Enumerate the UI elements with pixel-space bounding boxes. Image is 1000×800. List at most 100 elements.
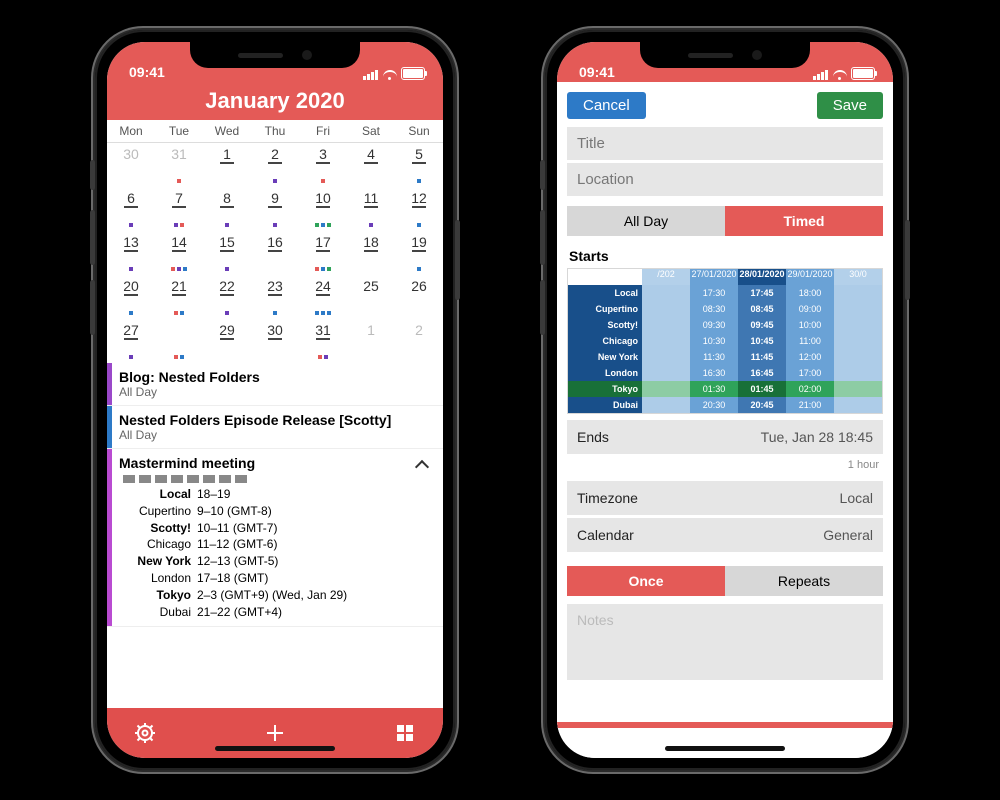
day-cell[interactable]: 16 <box>251 231 299 275</box>
picker-cell[interactable] <box>834 397 882 413</box>
picker-cell[interactable]: 08:45 <box>738 301 786 317</box>
day-cell[interactable]: 28 <box>155 319 203 363</box>
day-cell[interactable]: 6 <box>107 187 155 231</box>
day-cell[interactable]: 23 <box>251 275 299 319</box>
picker-cell[interactable]: 17:00 <box>786 365 834 381</box>
segment-allday[interactable]: All Day <box>567 206 725 236</box>
day-cell[interactable]: 1 <box>347 319 395 363</box>
picker-cell[interactable] <box>642 365 690 381</box>
day-cell[interactable]: 4 <box>347 143 395 187</box>
picker-cell[interactable]: 09:00 <box>786 301 834 317</box>
month-grid[interactable]: 3031123456789101112131415161718192021222… <box>107 143 443 363</box>
picker-cell[interactable] <box>834 317 882 333</box>
day-cell[interactable]: 7 <box>155 187 203 231</box>
picker-cell[interactable] <box>834 333 882 349</box>
picker-cell[interactable]: 12:00 <box>786 349 834 365</box>
day-cell[interactable]: 20 <box>107 275 155 319</box>
view-switch-button[interactable] <box>393 721 417 745</box>
event-item[interactable]: Nested Folders Episode Release [Scotty]A… <box>107 406 443 449</box>
segment-once[interactable]: Once <box>567 566 725 596</box>
picker-cell[interactable] <box>642 317 690 333</box>
day-cell[interactable]: 11 <box>347 187 395 231</box>
timezone-picker[interactable]: /20227/01/202028/01/202029/01/202030/0Lo… <box>567 268 883 414</box>
picker-cell[interactable]: 01:30 <box>690 381 738 397</box>
picker-cell[interactable]: 09:45 <box>738 317 786 333</box>
picker-cell[interactable]: 11:45 <box>738 349 786 365</box>
add-event-button[interactable] <box>263 721 287 745</box>
settings-button[interactable] <box>133 721 157 745</box>
ends-row[interactable]: Ends Tue, Jan 28 18:45 <box>567 420 883 454</box>
picker-cell[interactable] <box>642 301 690 317</box>
day-cell[interactable]: 31 <box>299 319 347 363</box>
calendar-row[interactable]: Calendar General <box>567 518 883 552</box>
picker-cell[interactable]: 21:00 <box>786 397 834 413</box>
picker-cell[interactable] <box>834 301 882 317</box>
day-cell[interactable]: 25 <box>347 275 395 319</box>
day-cell[interactable]: 29 <box>203 319 251 363</box>
picker-cell[interactable]: 11:30 <box>690 349 738 365</box>
picker-cell[interactable] <box>834 381 882 397</box>
picker-cell[interactable]: 09:30 <box>690 317 738 333</box>
day-cell[interactable]: 24 <box>299 275 347 319</box>
day-cell[interactable]: 9 <box>251 187 299 231</box>
day-cell[interactable]: 27 <box>107 319 155 363</box>
segment-repeats[interactable]: Repeats <box>725 566 883 596</box>
day-cell[interactable]: 18 <box>347 231 395 275</box>
picker-cell[interactable]: 16:45 <box>738 365 786 381</box>
picker-cell[interactable]: 10:30 <box>690 333 738 349</box>
day-cell[interactable]: 17 <box>299 231 347 275</box>
picker-cell[interactable] <box>834 285 882 301</box>
timezone-row[interactable]: Timezone Local <box>567 481 883 515</box>
picker-cell[interactable]: 02:00 <box>786 381 834 397</box>
picker-cell[interactable]: 17:30 <box>690 285 738 301</box>
picker-cell[interactable] <box>642 349 690 365</box>
month-title[interactable]: January 2020 <box>107 82 443 120</box>
picker-date-header[interactable]: 29/01/2020 <box>786 269 834 285</box>
day-cell[interactable]: 2 <box>251 143 299 187</box>
picker-cell[interactable]: 11:00 <box>786 333 834 349</box>
picker-cell[interactable] <box>834 349 882 365</box>
picker-date-header[interactable]: /202 <box>642 269 690 285</box>
picker-cell[interactable] <box>642 381 690 397</box>
picker-cell[interactable]: 20:45 <box>738 397 786 413</box>
picker-cell[interactable]: 08:30 <box>690 301 738 317</box>
event-item[interactable]: Mastermind meetingLocal18–19Cupertino9–1… <box>107 449 443 627</box>
picker-cell[interactable] <box>642 333 690 349</box>
day-cell[interactable]: 14 <box>155 231 203 275</box>
day-cell[interactable]: 3 <box>299 143 347 187</box>
save-button[interactable]: Save <box>817 92 883 119</box>
picker-date-header[interactable] <box>568 269 642 285</box>
day-cell[interactable]: 19 <box>395 231 443 275</box>
day-cell[interactable]: 22 <box>203 275 251 319</box>
location-input[interactable]: Location <box>567 163 883 196</box>
chevron-up-icon[interactable] <box>415 459 429 473</box>
allday-timed-segment[interactable]: All Day Timed <box>567 206 883 236</box>
picker-cell[interactable]: 18:00 <box>786 285 834 301</box>
day-cell[interactable]: 8 <box>203 187 251 231</box>
day-cell[interactable]: 10 <box>299 187 347 231</box>
picker-cell[interactable]: 01:45 <box>738 381 786 397</box>
picker-cell[interactable]: 10:00 <box>786 317 834 333</box>
day-cell[interactable]: 21 <box>155 275 203 319</box>
picker-cell[interactable] <box>642 397 690 413</box>
picker-cell[interactable]: 17:45 <box>738 285 786 301</box>
day-cell[interactable]: 15 <box>203 231 251 275</box>
repeat-segment[interactable]: Once Repeats <box>567 566 883 596</box>
day-cell[interactable]: 30 <box>107 143 155 187</box>
title-input[interactable]: Title <box>567 127 883 160</box>
picker-cell[interactable]: 10:45 <box>738 333 786 349</box>
day-cell[interactable]: 2 <box>395 319 443 363</box>
notes-input[interactable]: Notes <box>567 604 883 680</box>
day-cell[interactable]: 13 <box>107 231 155 275</box>
segment-timed[interactable]: Timed <box>725 206 883 236</box>
day-cell[interactable]: 5 <box>395 143 443 187</box>
cancel-button[interactable]: Cancel <box>567 92 646 119</box>
picker-date-header[interactable]: 30/0 <box>834 269 882 285</box>
day-cell[interactable]: 30 <box>251 319 299 363</box>
day-cell[interactable]: 1 <box>203 143 251 187</box>
picker-cell[interactable]: 16:30 <box>690 365 738 381</box>
picker-cell[interactable] <box>834 365 882 381</box>
picker-date-header[interactable]: 27/01/2020 <box>690 269 738 285</box>
picker-cell[interactable] <box>642 285 690 301</box>
day-cell[interactable]: 26 <box>395 275 443 319</box>
